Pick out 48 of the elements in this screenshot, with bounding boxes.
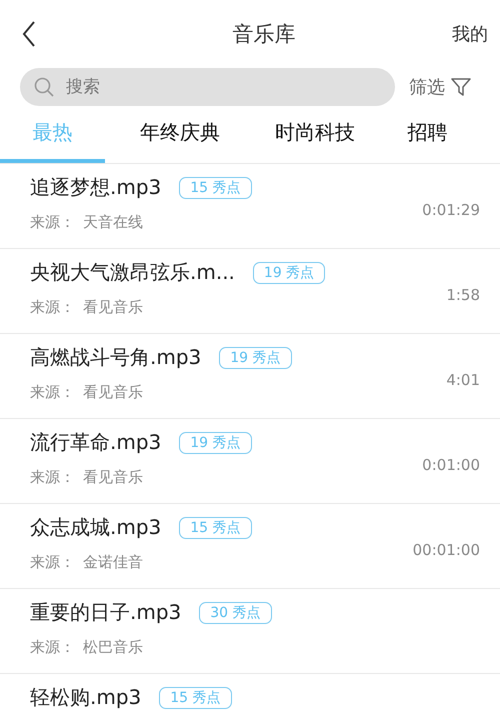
- points-tag: 19 秀点: [252, 262, 326, 284]
- track-duration: 4:01: [446, 371, 480, 389]
- points-tag: 15 秀点: [159, 686, 232, 708]
- filter-button[interactable]: 筛选: [409, 75, 471, 99]
- source-name: 看见音乐: [83, 298, 143, 317]
- source-label: 来源：: [30, 213, 75, 232]
- track-row[interactable]: 追逐梦想.mp3 15 秀点 来源： 天音在线 0:01:29: [0, 163, 500, 248]
- track-duration: 0:01:29: [422, 201, 480, 219]
- source-label: 来源：: [30, 553, 75, 572]
- track-name: 追逐梦想.mp3: [30, 174, 162, 201]
- track-row[interactable]: 高燃战斗号角.mp3 19 秀点 来源： 看见音乐 4:01: [0, 333, 500, 418]
- category-tab[interactable]: 年终庆典: [105, 106, 255, 163]
- source-name: 松巴音乐: [83, 638, 143, 657]
- track-name: 央视大气激昂弦乐.m...: [30, 259, 235, 286]
- category-tab[interactable]: 招聘: [375, 106, 480, 163]
- back-icon[interactable]: [22, 21, 36, 47]
- source-name: 看见音乐: [83, 468, 143, 487]
- source-label: 来源：: [30, 383, 75, 402]
- category-tab[interactable]: 时尚科技: [255, 106, 375, 163]
- points-tag: 15 秀点: [179, 516, 252, 538]
- track-row[interactable]: 流行革命.mp3 19 秀点 来源： 看见音乐 0:01:00: [0, 418, 500, 503]
- points-tag: 15 秀点: [179, 176, 252, 198]
- track-name: 重要的日子.mp3: [30, 599, 182, 626]
- track-duration: 00:01:00: [412, 541, 480, 559]
- source-name: 看见音乐: [83, 383, 143, 402]
- track-row[interactable]: 众志成城.mp3 15 秀点 来源： 金诺佳音 00:01:00: [0, 503, 500, 588]
- search-field[interactable]: 搜索: [20, 68, 395, 106]
- track-row[interactable]: 重要的日子.mp3 30 秀点 来源： 松巴音乐: [0, 588, 500, 673]
- track-name: 众志成城.mp3: [30, 514, 162, 541]
- source-label: 来源：: [30, 638, 75, 657]
- mine-link[interactable]: 我的: [452, 22, 488, 46]
- track-row[interactable]: 轻松购.mp3 15 秀点: [0, 673, 500, 715]
- page-title: 音乐库: [232, 21, 296, 48]
- track-name: 流行革命.mp3: [30, 429, 162, 456]
- source-label: 来源：: [30, 298, 75, 317]
- points-tag: 19 秀点: [219, 346, 292, 368]
- funnel-icon: [451, 77, 471, 97]
- track-row[interactable]: 央视大气激昂弦乐.m... 19 秀点 来源： 看见音乐 1:58: [0, 248, 500, 333]
- search-icon: [34, 77, 54, 97]
- points-tag: 19 秀点: [179, 432, 252, 454]
- source-name: 金诺佳音: [83, 553, 143, 572]
- track-duration: 0:01:00: [422, 456, 480, 474]
- source-label: 来源：: [30, 468, 75, 487]
- track-name: 高燃战斗号角.mp3: [30, 344, 202, 371]
- track-duration: 1:58: [446, 286, 480, 304]
- source-name: 天音在线: [83, 213, 143, 232]
- track-name: 轻松购.mp3: [30, 684, 142, 711]
- points-tag: 30 秀点: [199, 602, 272, 624]
